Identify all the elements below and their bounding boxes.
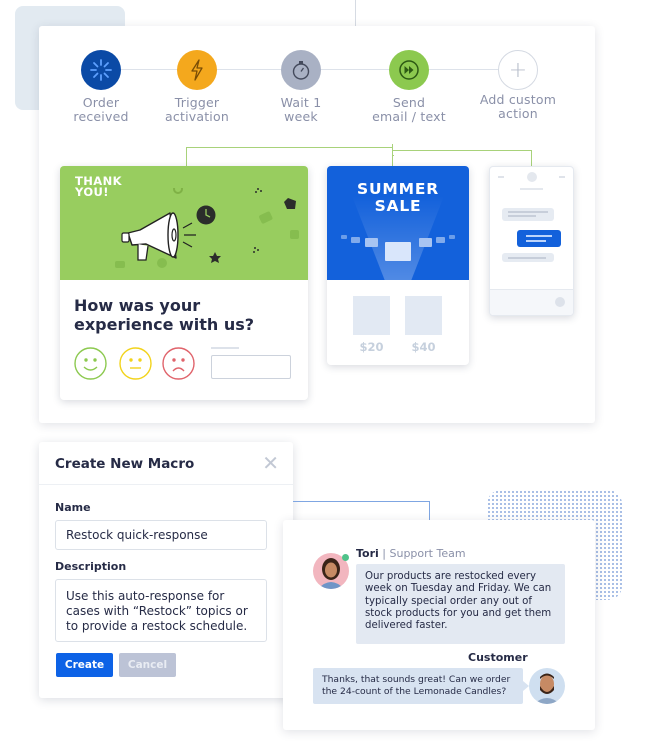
status-bar-item xyxy=(498,176,504,178)
lightning-bolt-icon xyxy=(177,50,217,90)
create-macro-dialog: Create New Macro ✕ Name Restock quick-re… xyxy=(39,442,293,698)
online-status-indicator xyxy=(342,554,349,561)
workflow-panel: Order received Trigger activation Wait 1 we… xyxy=(39,26,595,423)
description-textarea[interactable]: Use this auto-response for cases with “R… xyxy=(55,579,267,642)
status-bar-item xyxy=(559,176,565,178)
box-icon xyxy=(436,237,445,243)
contact-avatar xyxy=(527,172,537,182)
connector-line xyxy=(186,147,187,166)
add-custom-action-button[interactable]: + Add custom action xyxy=(468,50,568,121)
step-label: Order received xyxy=(73,95,129,124)
product-image-placeholder xyxy=(405,296,442,335)
connector-line xyxy=(392,150,532,151)
open-box-icon xyxy=(385,242,411,261)
connector-line xyxy=(293,501,430,502)
create-button[interactable]: Create xyxy=(56,653,113,677)
step-wait[interactable]: Wait 1 week xyxy=(251,50,351,124)
survey-feedback-input[interactable] xyxy=(211,355,291,379)
connector-line xyxy=(393,155,394,156)
connector-line xyxy=(186,147,393,148)
description-label: Description xyxy=(55,560,127,573)
step-label: Trigger activation xyxy=(165,95,229,124)
box-icon xyxy=(449,235,455,239)
close-icon[interactable]: ✕ xyxy=(262,453,279,473)
survey-field-label xyxy=(211,347,239,349)
box-icon xyxy=(419,238,432,247)
product-price: $20 xyxy=(359,340,384,354)
step-trigger-activation[interactable]: Trigger activation xyxy=(147,50,247,124)
thank-you-banner: THANK YOU! xyxy=(60,166,308,280)
dialog-title: Create New Macro xyxy=(55,456,195,472)
survey-question: How was your experience with us? xyxy=(74,296,255,334)
step-label: Add custom action xyxy=(479,92,557,121)
loading-spinner-icon xyxy=(81,50,121,90)
sad-face-icon[interactable] xyxy=(162,347,195,380)
incoming-message xyxy=(502,208,554,221)
stopwatch-icon xyxy=(281,50,321,90)
summer-sale-email-card[interactable]: SUMMER SALE $20 $40 xyxy=(327,166,469,365)
contact-name xyxy=(520,188,543,190)
step-label: Wait 1 week xyxy=(280,95,322,124)
megaphone-illustration xyxy=(115,188,299,268)
outgoing-message xyxy=(517,230,561,247)
summer-sale-heading: SUMMER SALE xyxy=(357,180,439,215)
cancel-button[interactable]: Cancel xyxy=(119,653,176,677)
box-icon xyxy=(365,238,378,247)
name-input[interactable]: Restock quick-response xyxy=(55,520,267,550)
step-send-email-text[interactable]: Send email / text xyxy=(359,50,459,124)
neutral-face-icon[interactable] xyxy=(119,347,152,380)
customer-message: Thanks, that sounds great! Can we order … xyxy=(313,668,529,704)
send-icon xyxy=(555,297,565,307)
connector-line xyxy=(531,150,532,166)
happy-face-icon[interactable] xyxy=(74,347,107,380)
product-price: $40 xyxy=(411,340,436,354)
connector-line xyxy=(392,154,393,166)
chat-conversation-panel: Tori | Support Team Our products are res… xyxy=(283,520,595,730)
agent-team: | Support Team xyxy=(382,547,466,560)
dialog-header: Create New Macro ✕ xyxy=(39,442,293,485)
connector-line xyxy=(429,501,430,521)
customer-name: Customer xyxy=(468,651,528,664)
agent-name-line: Tori | Support Team xyxy=(356,547,466,560)
agent-message: Our products are restocked every week on… xyxy=(356,564,565,644)
thank-you-email-card[interactable]: THANK YOU! How was your experience with … xyxy=(60,166,308,400)
fast-forward-icon xyxy=(389,50,429,90)
step-label: Send email / text xyxy=(372,95,446,124)
plus-icon: + xyxy=(498,50,538,90)
connector-line xyxy=(355,0,356,26)
product-image-placeholder xyxy=(353,296,390,335)
summer-sale-banner: SUMMER SALE xyxy=(327,166,469,280)
agent-name: Tori xyxy=(356,547,379,560)
message-compose-bar xyxy=(490,289,573,315)
incoming-message xyxy=(502,253,554,262)
step-order-received[interactable]: Order received xyxy=(51,50,151,124)
customer-avatar xyxy=(529,668,565,704)
sms-message-card[interactable] xyxy=(489,166,574,316)
name-label: Name xyxy=(55,501,91,514)
box-icon xyxy=(351,237,360,243)
box-icon xyxy=(341,235,347,239)
